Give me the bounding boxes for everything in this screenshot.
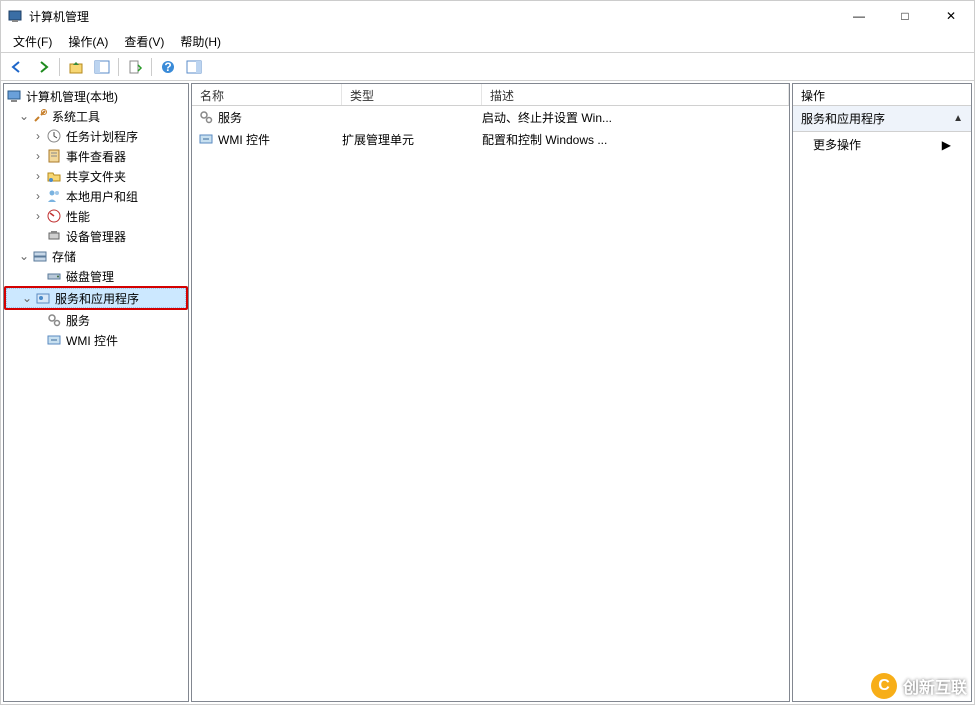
actions-pane: 操作 服务和应用程序 ▲ 更多操作 ▶ (792, 83, 972, 702)
caret-right-icon[interactable]: › (32, 170, 44, 182)
tree-wmi-control[interactable]: ›WMI 控件 (4, 330, 188, 350)
actions-more-label: 更多操作 (813, 136, 861, 153)
toolbar: ? (1, 53, 974, 81)
tree-pane[interactable]: 计算机管理(本地) ⌄ 系统工具 ›任务计划程序 ›事件查看器 ›共享文 (3, 83, 189, 702)
tree-task-scheduler[interactable]: › 任务计划程序 (4, 126, 188, 146)
tools-icon (32, 108, 48, 124)
wmi-icon (198, 131, 214, 147)
caret-right-icon[interactable]: › (32, 210, 44, 222)
tree-shared-folders[interactable]: › 共享文件夹 (4, 166, 188, 186)
menu-help[interactable]: 帮助(H) (172, 31, 229, 52)
menu-action[interactable]: 操作(A) (60, 31, 116, 52)
highlight-annotation: ⌄ 服务和应用程序 (4, 286, 188, 310)
tree-label: 事件查看器 (66, 148, 126, 165)
tree-label: 共享文件夹 (66, 168, 126, 185)
toolbar-separator (59, 58, 60, 76)
tree-label: 任务计划程序 (66, 128, 138, 145)
tree-device-manager[interactable]: ›设备管理器 (4, 226, 188, 246)
tree-label: 设备管理器 (66, 228, 126, 245)
tree-label: 性能 (66, 208, 90, 225)
app-icon (7, 8, 23, 24)
tree-services-and-applications[interactable]: ⌄ 服务和应用程序 (6, 288, 186, 308)
actions-more[interactable]: 更多操作 ▶ (793, 132, 971, 157)
clock-icon (46, 128, 62, 144)
device-icon (46, 228, 62, 244)
show-hide-tree-button[interactable] (90, 56, 114, 78)
tree-label: 计算机管理(本地) (26, 88, 118, 105)
list-item[interactable]: 服务 启动、终止并设置 Win... (192, 106, 789, 128)
tree-label: 服务和应用程序 (55, 290, 139, 307)
tree-system-tools[interactable]: ⌄ 系统工具 (4, 106, 188, 126)
list-header: 名称 类型 描述 (192, 84, 789, 106)
toolbar-separator (151, 58, 152, 76)
cell-name: WMI 控件 (218, 131, 270, 148)
main-area: 计算机管理(本地) ⌄ 系统工具 ›任务计划程序 ›事件查看器 ›共享文 (1, 81, 974, 704)
help-button[interactable]: ? (156, 56, 180, 78)
export-list-button[interactable] (123, 56, 147, 78)
performance-icon (46, 208, 62, 224)
collapse-icon[interactable]: ▲ (953, 113, 963, 124)
menu-bar: 文件(F) 操作(A) 查看(V) 帮助(H) (1, 31, 974, 53)
event-icon (46, 148, 62, 164)
tree-storage[interactable]: ⌄ 存储 (4, 246, 188, 266)
svg-text:?: ? (164, 60, 171, 74)
gears-icon (198, 109, 214, 125)
minimize-button[interactable]: — (836, 1, 882, 31)
column-name[interactable]: 名称 (192, 84, 342, 105)
cell-name: 服务 (218, 109, 242, 126)
storage-icon (32, 248, 48, 264)
tree-root[interactable]: 计算机管理(本地) (4, 86, 188, 106)
caret-down-icon[interactable]: ⌄ (18, 250, 30, 262)
close-button[interactable]: ✕ (928, 1, 974, 31)
tree-label: 服务 (66, 312, 90, 329)
column-type[interactable]: 类型 (342, 84, 482, 105)
nav-forward-button[interactable] (31, 56, 55, 78)
tree-performance[interactable]: › 性能 (4, 206, 188, 226)
chevron-right-icon: ▶ (942, 138, 951, 152)
services-apps-icon (35, 290, 51, 306)
column-description[interactable]: 描述 (482, 84, 789, 105)
show-hide-action-pane-button[interactable] (182, 56, 206, 78)
menu-view[interactable]: 查看(V) (116, 31, 172, 52)
tree-label: 本地用户和组 (66, 188, 138, 205)
nav-back-button[interactable] (5, 56, 29, 78)
actions-header: 操作 (793, 84, 971, 106)
actions-context[interactable]: 服务和应用程序 ▲ (793, 106, 971, 132)
tree-local-users[interactable]: › 本地用户和组 (4, 186, 188, 206)
tree-disk-management[interactable]: ›磁盘管理 (4, 266, 188, 286)
list-body[interactable]: 服务 启动、终止并设置 Win... WMI 控件 扩展管理单元 配置和控制 W… (192, 106, 789, 701)
users-icon (46, 188, 62, 204)
cell-description: 启动、终止并设置 Win... (482, 109, 789, 126)
caret-down-icon[interactable]: ⌄ (18, 110, 30, 122)
tree-label: 系统工具 (52, 108, 100, 125)
title-bar: 计算机管理 — □ ✕ (1, 1, 974, 31)
disk-icon (46, 268, 62, 284)
menu-file[interactable]: 文件(F) (5, 31, 60, 52)
tree-label: 磁盘管理 (66, 268, 114, 285)
gears-icon (46, 312, 62, 328)
computer-icon (6, 88, 22, 104)
shared-folder-icon (46, 168, 62, 184)
list-item[interactable]: WMI 控件 扩展管理单元 配置和控制 Windows ... (192, 128, 789, 150)
window-title: 计算机管理 (29, 8, 836, 25)
wmi-icon (46, 332, 62, 348)
caret-right-icon[interactable]: › (32, 150, 44, 162)
toolbar-separator (118, 58, 119, 76)
tree-label: 存储 (52, 248, 76, 265)
window-buttons: — □ ✕ (836, 1, 974, 31)
tree-services[interactable]: ›服务 (4, 310, 188, 330)
maximize-button[interactable]: □ (882, 1, 928, 31)
cell-description: 配置和控制 Windows ... (482, 131, 789, 148)
actions-context-label: 服务和应用程序 (801, 110, 885, 127)
cell-type: 扩展管理单元 (342, 131, 482, 148)
caret-right-icon[interactable]: › (32, 190, 44, 202)
tree-event-viewer[interactable]: › 事件查看器 (4, 146, 188, 166)
list-pane: 名称 类型 描述 服务 启动、终止并设置 Win... WMI 控件 扩展管理单… (191, 83, 790, 702)
caret-right-icon[interactable]: › (32, 130, 44, 142)
up-button[interactable] (64, 56, 88, 78)
tree-label: WMI 控件 (66, 332, 118, 349)
caret-down-icon[interactable]: ⌄ (21, 292, 33, 304)
